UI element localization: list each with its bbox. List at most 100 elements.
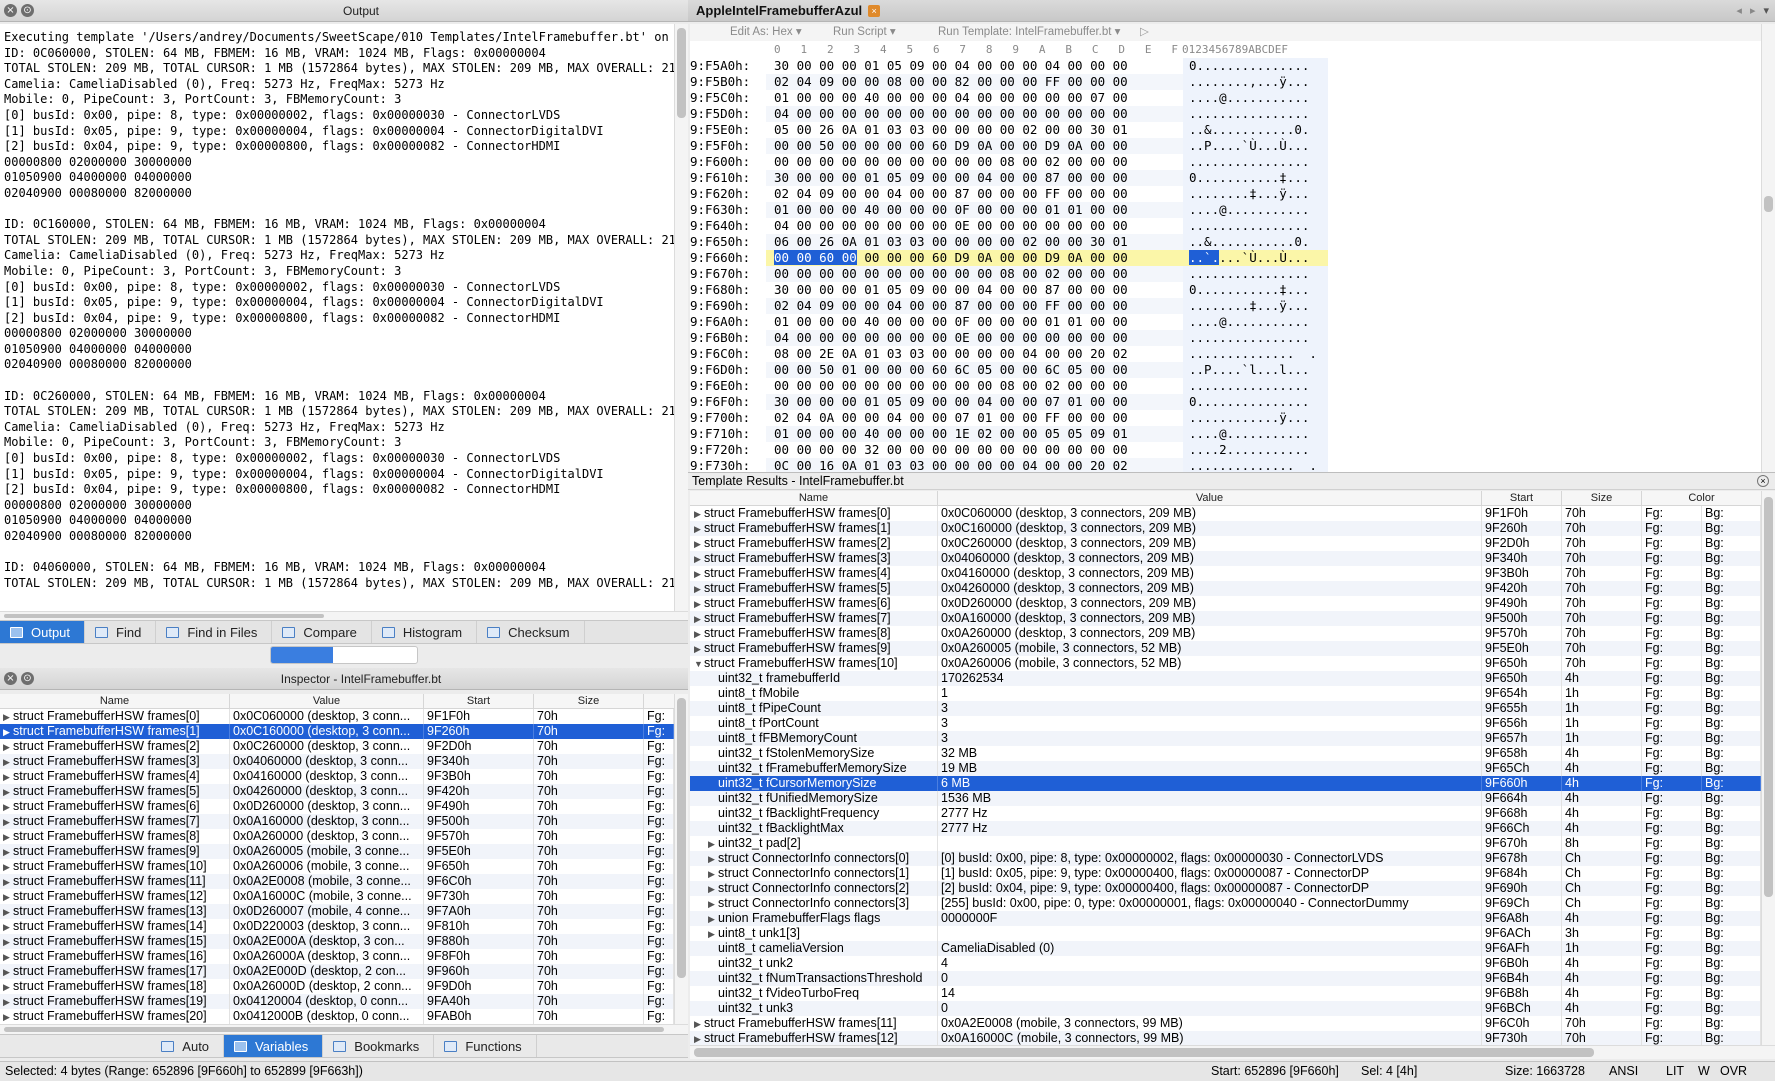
- inspector-row[interactable]: ▶ struct FramebufferHSW frames[19] 0x04120…: [0, 994, 674, 1009]
- inspector-row[interactable]: ▶ struct FramebufferHSW frames[3] 0x040600…: [0, 754, 674, 769]
- ascii-text[interactable]: ................: [1183, 154, 1328, 170]
- template-row[interactable]: uint32_t fBacklightFrequency 2777 Hz 9F668…: [690, 806, 1761, 821]
- expand-arrow-icon[interactable]: ▶: [694, 1032, 704, 1045]
- ascii-text[interactable]: 0...............: [1183, 58, 1328, 74]
- template-row[interactable]: ▶ struct ConnectorInfo connectors[3] [255]…: [690, 896, 1761, 911]
- inspector-row[interactable]: ▶ struct FramebufferHSW frames[18] 0x0A260…: [0, 979, 674, 994]
- expand-arrow-icon[interactable]: ▶: [694, 642, 704, 656]
- inspector-row[interactable]: ▶ struct FramebufferHSW frames[7] 0x0A1600…: [0, 814, 674, 829]
- ascii-text[interactable]: ........‚...ÿ...: [1183, 74, 1328, 90]
- ascii-text[interactable]: ................: [1183, 106, 1328, 122]
- expand-arrow-icon[interactable]: ▶: [694, 567, 704, 581]
- template-row[interactable]: uint32_t unk3 0 9F6BCh 4h Fg: Bg:: [690, 1001, 1761, 1016]
- hex-row[interactable]: 9:F660h: 00 00 60 00 00 00 00 60 D9 0A 00…: [690, 250, 1760, 266]
- template-row[interactable]: uint32_t fFramebufferMemorySize 19 MB 9F65…: [690, 761, 1761, 776]
- tab-variables[interactable]: Variables: [224, 1035, 324, 1057]
- expand-arrow-icon[interactable]: ▶: [3, 950, 13, 964]
- inspector-row[interactable]: ▶ struct FramebufferHSW frames[9] 0x0A2600…: [0, 844, 674, 859]
- expand-arrow-icon[interactable]: ▶: [3, 845, 13, 859]
- inspector-row[interactable]: ▶ struct FramebufferHSW frames[6] 0x0D2600…: [0, 799, 674, 814]
- ascii-text[interactable]: ........‡...ÿ...: [1183, 186, 1328, 202]
- hex-row[interactable]: 9:F6E0h: 00 00 00 00 00 00 00 00 00 00 08…: [690, 378, 1760, 394]
- column-header-value[interactable]: Value: [230, 694, 424, 708]
- column-header-value[interactable]: Value: [938, 491, 1482, 505]
- template-row[interactable]: ▶ struct ConnectorInfo connectors[1] [1] b…: [690, 866, 1761, 881]
- template-row[interactable]: ▶ struct FramebufferHSW frames[11] 0x0A2E0…: [690, 1016, 1761, 1031]
- expand-arrow-icon[interactable]: ▶: [708, 927, 718, 941]
- inspector-vertical-scrollbar[interactable]: [674, 694, 688, 1024]
- edit-as-menu[interactable]: Edit As: Hex ▾: [730, 24, 802, 41]
- tab-functions[interactable]: Functions: [434, 1035, 537, 1057]
- ascii-text[interactable]: 0...........‡...: [1183, 170, 1328, 186]
- template-row[interactable]: ▶ struct FramebufferHSW frames[3] 0x040600…: [690, 551, 1761, 566]
- template-row[interactable]: uint8_t fPortCount 3 9F656h 1h Fg: Bg:: [690, 716, 1761, 731]
- ascii-text[interactable]: 0...........‡...: [1183, 282, 1328, 298]
- template-row[interactable]: uint8_t fFBMemoryCount 3 9F657h 1h Fg: Bg:: [690, 731, 1761, 746]
- selected-bytes[interactable]: 00 00 60 00: [774, 250, 857, 265]
- inspector-row[interactable]: ▶ struct FramebufferHSW frames[8] 0x0A2600…: [0, 829, 674, 844]
- template-row[interactable]: ▶ struct ConnectorInfo connectors[0] [0] b…: [690, 851, 1761, 866]
- expand-arrow-icon[interactable]: ▶: [3, 890, 13, 904]
- expand-arrow-icon[interactable]: ▶: [694, 582, 704, 596]
- expand-arrow-icon[interactable]: ▶: [3, 965, 13, 979]
- expand-arrow-icon[interactable]: ▶: [3, 860, 13, 874]
- column-header-start[interactable]: Start: [424, 694, 534, 708]
- tab-histogram[interactable]: Histogram: [372, 621, 478, 643]
- ascii-text[interactable]: ..P....`l...l...: [1183, 362, 1328, 378]
- inspector-row[interactable]: ▶ struct FramebufferHSW frames[15] 0x0A2E0…: [0, 934, 674, 949]
- expand-arrow-icon[interactable]: ▶: [3, 725, 13, 739]
- run-icon[interactable]: ▷: [1140, 24, 1149, 41]
- ascii-text[interactable]: ................: [1183, 266, 1328, 282]
- hex-row[interactable]: 9:F730h: 0C 00 16 0A 01 03 03 00 00 00 00…: [690, 458, 1760, 472]
- hex-row[interactable]: 9:F630h: 01 00 00 00 40 00 00 00 0F 00 00…: [690, 202, 1760, 218]
- hex-row[interactable]: 9:F6D0h: 00 00 50 01 00 00 00 60 6C 05 00…: [690, 362, 1760, 378]
- ascii-text[interactable]: ....@...........: [1183, 90, 1328, 106]
- ascii-text[interactable]: ....@...........: [1183, 202, 1328, 218]
- template-row[interactable]: ▶ struct FramebufferHSW frames[4] 0x041600…: [690, 566, 1761, 581]
- hex-row[interactable]: 9:F6A0h: 01 00 00 00 40 00 00 00 0F 00 00…: [690, 314, 1760, 330]
- status-endian[interactable]: LIT: [1666, 1062, 1684, 1081]
- inspector-row[interactable]: ▶ struct FramebufferHSW frames[12] 0x0A160…: [0, 889, 674, 904]
- float-pane-icon[interactable]: ⊙: [21, 672, 34, 685]
- hex-row[interactable]: 9:F6F0h: 30 00 00 00 01 05 09 00 00 04 00…: [690, 394, 1760, 410]
- template-results-table[interactable]: Name Value Start Size Color ▶ struct Fram…: [690, 491, 1761, 1045]
- expand-arrow-icon[interactable]: ▶: [3, 935, 13, 949]
- hex-row[interactable]: 9:F5D0h: 04 00 00 00 00 00 00 00 00 00 00…: [690, 106, 1760, 122]
- expand-arrow-icon[interactable]: ▶: [3, 800, 13, 814]
- tab-auto[interactable]: Auto: [151, 1035, 225, 1057]
- template-row[interactable]: uint32_t fUnifiedMemorySize 1536 MB 9F664h…: [690, 791, 1761, 806]
- template-row[interactable]: ▶ uint32_t pad[2] 9F670h 8h Fg: Bg:: [690, 836, 1761, 851]
- inspector-row[interactable]: ▶ struct FramebufferHSW frames[13] 0x0D260…: [0, 904, 674, 919]
- run-template-menu[interactable]: Run Template: IntelFramebuffer.bt ▾: [938, 24, 1120, 41]
- close-icon[interactable]: ×: [1757, 475, 1769, 487]
- expand-arrow-icon[interactable]: ▶: [3, 755, 13, 769]
- template-row[interactable]: uint32_t fCursorMemorySize 6 MB 9F660h 4h Fg…: [690, 776, 1761, 791]
- tab-bookmarks[interactable]: Bookmarks: [323, 1035, 435, 1057]
- hex-row[interactable]: 9:F640h: 04 00 00 00 00 00 00 00 0E 00 00…: [690, 218, 1760, 234]
- ascii-text[interactable]: ................: [1183, 218, 1328, 234]
- expand-arrow-icon[interactable]: ▶: [708, 897, 718, 911]
- close-icon[interactable]: ×: [4, 4, 17, 17]
- template-row[interactable]: ▶ struct FramebufferHSW frames[0] 0x0C0600…: [690, 506, 1761, 521]
- tab-scroll-right-icon[interactable]: ▸: [1750, 4, 1756, 17]
- ascii-text[interactable]: ....@...........: [1183, 314, 1328, 330]
- ascii-text[interactable]: ........‡...ÿ...: [1183, 298, 1328, 314]
- expand-arrow-icon[interactable]: ▶: [694, 612, 704, 626]
- output-horizontal-scrollbar[interactable]: [0, 611, 688, 620]
- hex-row[interactable]: 9:F700h: 02 04 0A 00 00 04 00 00 07 01 00…: [690, 410, 1760, 426]
- expand-arrow-icon[interactable]: ▶: [3, 815, 13, 829]
- column-header-color[interactable]: Color: [1642, 491, 1761, 505]
- float-pane-icon[interactable]: ⊙: [21, 4, 34, 17]
- template-row[interactable]: uint8_t fMobile 1 9F654h 1h Fg: Bg:: [690, 686, 1761, 701]
- expand-arrow-icon[interactable]: ▶: [3, 920, 13, 934]
- ascii-text[interactable]: ................: [1183, 330, 1328, 346]
- inspector-table[interactable]: Name Value Start Size ▶ struct Framebuffe…: [0, 694, 674, 1024]
- inspector-row[interactable]: ▶ struct FramebufferHSW frames[10] 0x0A260…: [0, 859, 674, 874]
- inspector-row[interactable]: ▶ struct FramebufferHSW frames[16] 0x0A260…: [0, 949, 674, 964]
- template-row[interactable]: uint32_t fStolenMemorySize 32 MB 9F658h 4h F…: [690, 746, 1761, 761]
- template-row[interactable]: ▶ uint8_t unk1[3] 9F6ACh 3h Fg: Bg:: [690, 926, 1761, 941]
- ascii-text[interactable]: ..P....`Ù...Ù...: [1183, 138, 1328, 154]
- tab-find-in-files[interactable]: Find in Files: [156, 621, 273, 643]
- expand-arrow-icon[interactable]: ▶: [3, 980, 13, 994]
- output-text-area[interactable]: Executing template '/Users/andrey/Docume…: [0, 24, 686, 611]
